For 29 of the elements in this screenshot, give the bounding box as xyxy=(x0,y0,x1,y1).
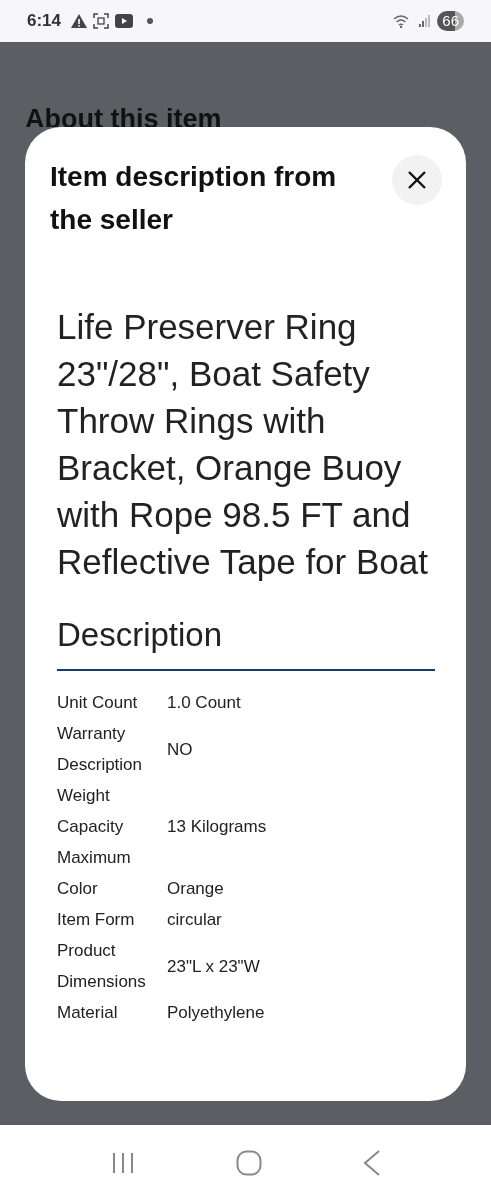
video-icon xyxy=(115,14,134,28)
recent-apps-icon[interactable] xyxy=(110,1151,135,1174)
close-button[interactable] xyxy=(392,155,442,205)
spec-value: Polyethylene xyxy=(167,1002,266,1024)
spec-value: 23"L x 23"W xyxy=(167,955,261,978)
spec-label: Warranty Description xyxy=(57,723,144,776)
spec-label: Unit Count xyxy=(57,692,139,714)
battery-indicator: 66 xyxy=(437,11,464,31)
dot-icon xyxy=(147,18,154,24)
section-heading: Description xyxy=(57,613,435,671)
spec-value: circular xyxy=(167,909,223,931)
signal-icon xyxy=(419,15,432,27)
spec-value: 1.0 Count xyxy=(167,692,242,714)
spec-label: Material xyxy=(57,1002,119,1024)
home-icon[interactable] xyxy=(235,1149,262,1176)
spec-label: Weight Capacity Maximum xyxy=(57,785,132,869)
spec-label: Item Form xyxy=(57,909,136,931)
spec-value: NO xyxy=(167,738,194,761)
close-icon xyxy=(408,171,426,189)
product-title: Life Preserver Ring 23"/28", Boat Safety Throw Rings with Bracket, Orange Buoy with Rope 98.5 FT and Reflective Tape for Boat xyxy=(57,306,429,583)
dialog-title: Item description from the seller xyxy=(50,160,338,237)
spec-value: 13 Kilograms xyxy=(167,816,268,838)
spec-label: Color xyxy=(57,878,99,900)
spec-label: Product Dimensions xyxy=(57,940,147,993)
warning-icon xyxy=(71,14,88,28)
spec-value: Orange xyxy=(167,878,225,900)
back-icon[interactable] xyxy=(362,1149,381,1176)
screenshot-icon xyxy=(93,13,110,29)
status-time: 6:14 xyxy=(27,10,62,33)
